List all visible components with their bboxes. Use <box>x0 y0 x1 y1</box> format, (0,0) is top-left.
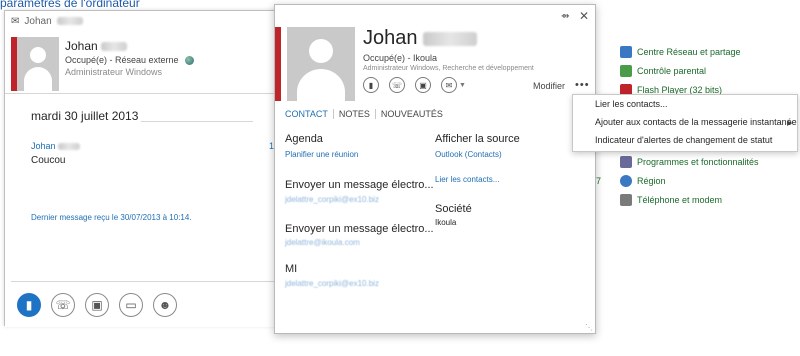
participants-button[interactable]: ☻ <box>153 293 177 317</box>
card-tabs: CONTACT NOTES NOUVEAUTÉS <box>285 109 448 119</box>
email1-label: Envoyer un message électro... <box>285 179 434 191</box>
conversation-toolbar: ▮ ☏ ▣ ▭ ☻ <box>5 283 291 327</box>
share-screen-button[interactable]: ▭ <box>119 293 143 317</box>
contact-role: Administrateur Windows <box>65 67 163 77</box>
conversation-date: mardi 30 juillet 2013 <box>31 109 139 123</box>
link-contacts-link[interactable]: Lier les contacts... <box>435 175 499 184</box>
network-icon <box>620 46 632 58</box>
conversation-title: Johan <box>24 15 52 27</box>
blurred-surname <box>58 143 81 151</box>
cp-item-programs[interactable]: Programmes et fonctionnalités <box>620 156 759 168</box>
close-icon[interactable]: ✕ <box>579 9 589 23</box>
contact-name: Johan <box>65 39 128 53</box>
email1-link[interactable]: jdelattre_corpiki@ex10.biz <box>285 195 379 204</box>
phone-icon: ☏ <box>55 298 71 312</box>
video-icon: ▣ <box>91 298 103 312</box>
envelope-icon: ✉ <box>445 80 453 90</box>
chevron-down-icon[interactable]: ▼ <box>459 82 466 89</box>
tab-contact[interactable]: CONTACT <box>285 109 334 119</box>
blurred-surname <box>423 31 478 46</box>
phone-icon: ☏ <box>391 80 402 90</box>
video-icon: ▣ <box>419 80 427 90</box>
message-text: Coucou <box>31 155 66 166</box>
tab-notes[interactable]: NOTES <box>334 109 376 119</box>
submenu-arrow-icon: ▶ <box>787 120 793 127</box>
chat-bubble-icon: ▮ <box>368 80 374 90</box>
parental-icon <box>620 65 632 77</box>
company-value: Ikoula <box>435 218 457 227</box>
globe-icon <box>184 55 194 65</box>
contact-status: Occupé(e) - Ikoula <box>363 53 438 63</box>
pin-icon[interactable]: ⇴ <box>561 11 569 22</box>
cp-item-region[interactable]: Région <box>620 175 666 187</box>
source-label: Afficher la source <box>435 133 520 145</box>
input-divider <box>11 281 291 282</box>
video-button[interactable]: ▣ <box>85 293 109 317</box>
avatar[interactable] <box>17 37 59 91</box>
monitor-icon: ▭ <box>125 298 137 312</box>
cp-item-label: Programmes et fonctionnalités <box>637 157 759 167</box>
programs-icon <box>620 156 632 168</box>
conversation-header: Johan Occupé(e) - Réseau externe Adminis… <box>11 37 311 91</box>
header-divider <box>5 93 301 94</box>
chat-bubble-icon: ▮ <box>25 298 33 312</box>
window-title: paramètres de l'ordinateur <box>0 0 140 10</box>
cp-item-parental[interactable]: Contrôle parental <box>620 65 706 77</box>
region-icon <box>620 175 632 187</box>
cp-item-label: Centre Réseau et partage <box>637 47 741 57</box>
blurred-surname <box>101 42 128 52</box>
im-button[interactable]: ▮ <box>17 293 41 317</box>
avatar[interactable] <box>287 27 355 101</box>
contact-status: Occupé(e) - Réseau externe <box>65 55 194 65</box>
cp-item-label: Téléphone et modem <box>637 195 723 205</box>
cp-item-label: Contrôle parental <box>637 66 707 76</box>
menu-item-link-contacts[interactable]: Lier les contacts... <box>595 99 668 109</box>
blurred-surname <box>56 17 83 25</box>
contact-actions: ▮ ☏ ▣ ✉ ▼ <box>363 77 466 93</box>
im-address-link[interactable]: jdelattre_corpiki@ex10.biz <box>285 279 379 288</box>
menu-item-add-im-contacts[interactable]: Ajouter aux contacts de la messagerie in… <box>595 117 797 127</box>
video-button[interactable]: ▣ <box>415 77 431 93</box>
resize-grip-icon[interactable]: ⋱ <box>585 323 593 332</box>
date-divider <box>141 121 253 122</box>
conversation-window: ✉ Johan Johan Occupé(e) - Réseau externe… <box>4 10 301 327</box>
phone-icon <box>620 194 632 206</box>
more-options-button[interactable]: ••• <box>575 79 590 91</box>
more-options-menu: Lier les contacts... Ajouter aux contact… <box>572 94 798 152</box>
schedule-meeting-link[interactable]: Planifier une réunion <box>285 150 358 159</box>
cp-item-network[interactable]: Centre Réseau et partage <box>620 46 741 58</box>
im-label: MI <box>285 263 298 275</box>
message-sender[interactable]: Johan <box>31 141 81 151</box>
last-message-info: Dernier message reçu le 30/07/2013 à 10:… <box>31 213 192 222</box>
tab-news[interactable]: NOUVEAUTÉS <box>376 109 448 119</box>
conversation-titlebar: ✉ Johan <box>5 11 289 31</box>
call-button[interactable]: ☏ <box>389 77 405 93</box>
email2-label: Envoyer un message électro... <box>285 223 434 235</box>
call-button[interactable]: ☏ <box>51 293 75 317</box>
stray-number: 7 <box>596 176 602 186</box>
source-link[interactable]: Outlook (Contacts) <box>435 150 502 159</box>
email-button[interactable]: ✉ <box>441 77 457 93</box>
conversation-history[interactable]: mardi 30 juillet 2013 Johan 10 Coucou De… <box>11 95 291 281</box>
chat-app-icon: ✉ <box>11 15 20 27</box>
company-label: Société <box>435 203 472 215</box>
im-button[interactable]: ▮ <box>363 77 379 93</box>
cp-item-label: Région <box>637 176 666 186</box>
busy-presence-bar <box>275 27 281 101</box>
people-icon: ☻ <box>158 298 172 312</box>
email2-link[interactable]: jdelattre@ikoula.com <box>285 238 360 247</box>
cp-item-phone[interactable]: Téléphone et modem <box>620 194 722 206</box>
agenda-label: Agenda <box>285 133 323 145</box>
menu-item-status-alerts[interactable]: Indicateur d'alertes de changement de st… <box>595 135 772 145</box>
contact-name: Johan <box>363 27 478 50</box>
contact-card: ⇴ ✕ Johan Occupé(e) - Ikoula Administrat… <box>274 4 596 334</box>
contact-role: Administrateur Windows, Recherche et dév… <box>363 65 534 72</box>
edit-button[interactable]: Modifier <box>533 81 565 91</box>
